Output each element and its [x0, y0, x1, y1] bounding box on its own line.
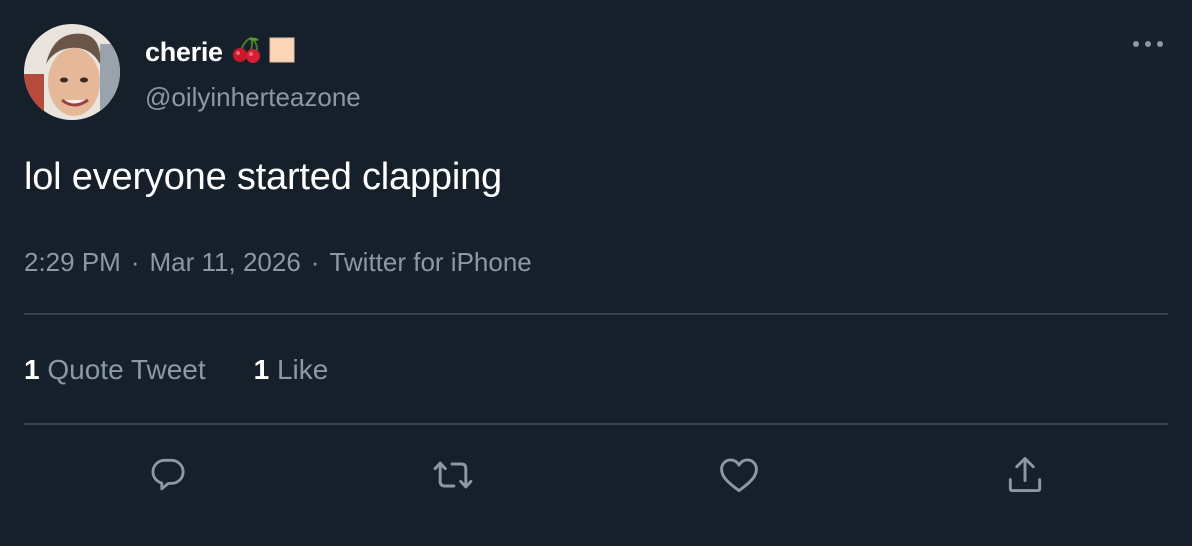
reply-icon	[151, 458, 185, 491]
like-icon	[720, 458, 758, 493]
share-icon	[1008, 457, 1042, 493]
avatar[interactable]	[24, 24, 120, 120]
tweet-source[interactable]: Twitter for iPhone	[329, 247, 531, 278]
like-button[interactable]	[714, 450, 764, 500]
tweet-text: lol everyone started clapping	[24, 156, 502, 198]
quote-count: 1	[24, 354, 40, 385]
divider	[24, 313, 1168, 315]
quote-label: Quote Tweet	[47, 354, 206, 385]
retweet-button[interactable]	[428, 450, 478, 500]
tweet-metadata: 2:29 PM · Mar 11, 2026 · Twitter for iPh…	[24, 247, 532, 278]
likes-stat[interactable]: 1 Like	[254, 354, 329, 386]
more-options-button[interactable]	[1128, 30, 1168, 58]
user-handle[interactable]: @oilyinherteazone	[145, 82, 361, 113]
quote-tweets-stat[interactable]: 1 Quote Tweet	[24, 354, 206, 386]
tweet-time[interactable]: 2:29 PM	[24, 247, 121, 278]
retweet-icon	[433, 461, 473, 489]
cherries-emoji	[231, 36, 261, 69]
display-name[interactable]: cherie	[145, 37, 223, 68]
divider	[24, 423, 1168, 425]
like-count: 1	[253, 354, 270, 385]
avatar-image	[24, 24, 120, 120]
meta-separator: ·	[310, 247, 320, 277]
action-bar	[0, 450, 1192, 500]
reply-button[interactable]	[143, 450, 193, 500]
share-button[interactable]	[1000, 450, 1050, 500]
skin-tone-square-emoji	[269, 37, 295, 68]
engagement-stats: 1 Quote Tweet 1 Like	[24, 354, 328, 386]
more-icon	[1133, 41, 1163, 47]
like-label: Like	[276, 354, 329, 385]
tweet-detail: cherie @oilyinherteazone lol everyone st…	[0, 0, 1192, 546]
meta-separator: ·	[130, 247, 140, 277]
tweet-date[interactable]: Mar 11, 2026	[150, 247, 301, 278]
display-name-row[interactable]: cherie	[145, 36, 295, 68]
